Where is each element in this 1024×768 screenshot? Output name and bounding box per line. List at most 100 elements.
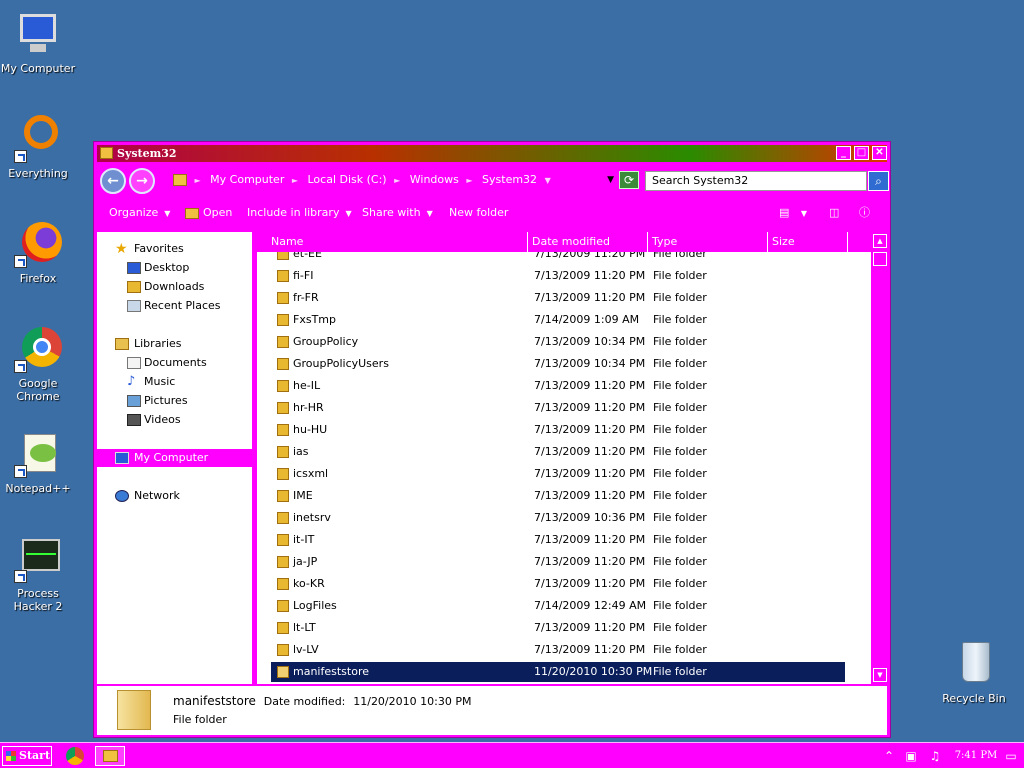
address-bar[interactable]: ► My Computer ► Local Disk (C:) ► Window… <box>169 168 614 192</box>
help-icon[interactable]: ⓘ <box>859 200 870 226</box>
volume-muted-icon[interactable]: ♫ <box>928 749 942 763</box>
desktop-icon-my-computer[interactable]: My Computer <box>0 10 76 75</box>
folder-icon <box>277 468 289 480</box>
chevron-right-icon[interactable]: ► <box>466 176 472 185</box>
table-row[interactable]: GroupPolicyUsers 7/13/2009 10:34 PM File f… <box>271 354 845 374</box>
organize-button[interactable]: Organize ▼ <box>109 200 170 227</box>
table-row[interactable]: GroupPolicy 7/13/2009 10:34 PM File folder <box>271 332 845 352</box>
chevron-right-icon[interactable]: ► <box>292 176 298 185</box>
view-options-icon[interactable]: ▤ ▼ <box>779 200 807 227</box>
back-button[interactable]: ← <box>100 168 126 194</box>
table-row[interactable]: LogFiles 7/14/2009 12:49 AM File folder <box>271 596 845 616</box>
folder-icon <box>185 207 199 219</box>
close-button[interactable]: ✕ <box>872 146 887 160</box>
share-with-button[interactable]: Share with ▼ <box>362 200 433 227</box>
table-row[interactable]: ias 7/13/2009 11:20 PM File folder <box>271 442 845 462</box>
firefox-icon <box>14 220 62 268</box>
nav-network[interactable]: Network <box>97 487 252 505</box>
nav-videos[interactable]: Videos <box>97 411 252 429</box>
chrome-taskbar-icon[interactable] <box>66 747 84 765</box>
breadcrumb-windows[interactable]: Windows <box>410 173 459 186</box>
desktop-icon-process-hacker[interactable]: Process Hacker 2 <box>0 535 76 613</box>
breadcrumb-local-disk[interactable]: Local Disk (C:) <box>308 173 387 186</box>
shortcut-arrow-icon <box>14 570 27 583</box>
refresh-button[interactable]: ⟳ <box>619 171 639 189</box>
breadcrumb-my-computer[interactable]: My Computer <box>210 173 284 186</box>
table-row[interactable]: fi-FI 7/13/2009 11:20 PM File folder <box>271 266 845 286</box>
table-row[interactable]: manifeststore 11/20/2010 10:30 PM File fol… <box>271 662 845 682</box>
minimize-button[interactable]: _ <box>836 146 851 160</box>
nav-recent-places[interactable]: Recent Places <box>97 297 252 315</box>
scroll-thumb[interactable] <box>873 252 887 266</box>
search-input[interactable]: Search System32 <box>645 171 867 191</box>
scroll-down-icon[interactable]: ▼ <box>873 668 887 682</box>
column-header-name[interactable]: Name <box>267 232 528 252</box>
recycle-bin-icon <box>950 640 998 688</box>
show-hidden-icons-icon[interactable]: ⌃ <box>882 749 896 763</box>
nav-label: Recent Places <box>144 299 221 312</box>
address-dropdown-icon[interactable]: ▼ <box>607 168 614 192</box>
explorer-taskbar-button[interactable] <box>95 746 125 766</box>
desktop-icon-recycle-bin[interactable]: Recycle Bin <box>936 640 1012 705</box>
file-date: 7/13/2009 11:20 PM <box>534 643 646 656</box>
file-name: GroupPolicy <box>293 335 359 348</box>
table-row[interactable]: he-IL 7/13/2009 11:20 PM File folder <box>271 376 845 396</box>
desktop-icon <box>127 262 141 274</box>
title-bar[interactable]: System32 _ □ ✕ <box>97 145 887 162</box>
table-row[interactable]: inetsrv 7/13/2009 10:36 PM File folder <box>271 508 845 528</box>
table-row[interactable]: lt-LT 7/13/2009 11:20 PM File folder <box>271 618 845 638</box>
nav-music[interactable]: ♪ Music <box>97 373 252 391</box>
column-header-type[interactable]: Type <box>648 232 768 252</box>
table-row[interactable]: ja-JP 7/13/2009 11:20 PM File folder <box>271 552 845 572</box>
table-row[interactable]: FxsTmp 7/14/2009 1:09 AM File folder <box>271 310 845 330</box>
nav-desktop[interactable]: Desktop <box>97 259 252 277</box>
preview-pane-icon[interactable]: ◫ <box>829 200 839 226</box>
include-in-library-button[interactable]: Include in library ▼ <box>247 200 352 227</box>
file-name: it-IT <box>293 533 315 546</box>
explorer-window[interactable]: System32 _ □ ✕ ← → ► My Computer ► Local… <box>93 141 891 738</box>
file-date: 7/13/2009 11:20 PM <box>534 379 646 392</box>
table-row[interactable]: hu-HU 7/13/2009 11:20 PM File folder <box>271 420 845 440</box>
open-button[interactable]: Open <box>185 200 232 226</box>
table-row[interactable]: hr-HR 7/13/2009 11:20 PM File folder <box>271 398 845 418</box>
details-type: File folder <box>173 713 227 726</box>
folder-icon <box>173 174 187 186</box>
chevron-right-icon[interactable]: ► <box>394 176 400 185</box>
table-row[interactable]: IME 7/13/2009 11:20 PM File folder <box>271 486 845 506</box>
chevron-right-icon[interactable]: ► <box>195 176 201 185</box>
table-row[interactable]: icsxml 7/13/2009 11:20 PM File folder <box>271 464 845 484</box>
nav-my-computer[interactable]: My Computer <box>97 449 252 467</box>
column-header-size[interactable]: Size <box>768 232 848 252</box>
desktop-icon-everything[interactable]: Everything <box>0 115 76 180</box>
breadcrumb-system32[interactable]: System32 <box>482 173 537 186</box>
table-row[interactable]: it-IT 7/13/2009 11:20 PM File folder <box>271 530 845 550</box>
table-row[interactable]: et-EE 7/13/2009 11:20 PM File folder <box>271 252 845 264</box>
new-folder-button[interactable]: New folder <box>449 200 508 226</box>
desktop-icon-chrome[interactable]: Google Chrome <box>0 325 76 403</box>
maximize-button[interactable]: □ <box>854 146 869 160</box>
file-date: 7/13/2009 10:34 PM <box>534 357 646 370</box>
scroll-up-icon[interactable]: ▲ <box>873 234 887 248</box>
forward-button[interactable]: → <box>129 168 155 194</box>
file-date: 7/13/2009 11:20 PM <box>534 291 646 304</box>
start-button[interactable]: Start <box>2 746 52 766</box>
chevron-down-icon[interactable]: ▼ <box>545 176 551 185</box>
nav-libraries[interactable]: Libraries <box>97 335 252 353</box>
file-type: File folder <box>653 313 707 326</box>
column-header-date[interactable]: Date modified <box>528 232 648 252</box>
table-row[interactable]: ko-KR 7/13/2009 11:20 PM File folder <box>271 574 845 594</box>
vertical-scrollbar[interactable]: ▲ ▼ <box>871 232 889 684</box>
file-list[interactable]: Name Date modified Type Size et-EE 7/13/2… <box>257 232 871 684</box>
nav-documents[interactable]: Documents <box>97 354 252 372</box>
nav-favorites[interactable]: ★ Favorites <box>97 240 252 258</box>
desktop-icon-firefox[interactable]: Firefox <box>0 220 76 285</box>
clock[interactable]: 7:41 PM <box>952 743 1000 768</box>
table-row[interactable]: lv-LV 7/13/2009 11:20 PM File folder <box>271 640 845 660</box>
show-desktop-icon[interactable]: ▭ <box>1004 749 1018 763</box>
nav-downloads[interactable]: Downloads <box>97 278 252 296</box>
network-tray-icon[interactable]: ▣ <box>904 749 918 763</box>
nav-pictures[interactable]: Pictures <box>97 392 252 410</box>
table-row[interactable]: fr-FR 7/13/2009 11:20 PM File folder <box>271 288 845 308</box>
desktop-icon-notepadpp[interactable]: Notepad++ <box>0 430 76 495</box>
search-icon[interactable]: ⌕ <box>868 171 889 191</box>
